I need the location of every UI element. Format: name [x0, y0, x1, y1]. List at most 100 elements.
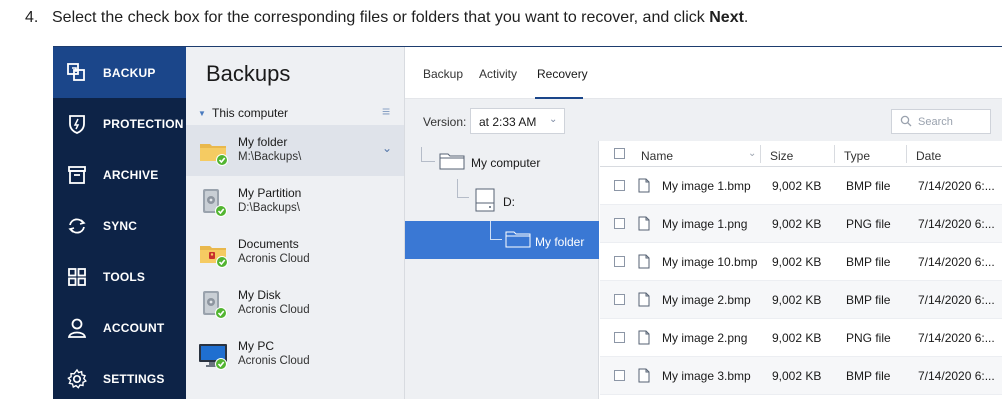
table-row[interactable]: My image 3.bmp 9,002 KB BMP file 7/14/20… [600, 357, 1002, 395]
table-row[interactable]: My image 2.bmp 9,002 KB BMP file 7/14/20… [600, 281, 1002, 319]
nav-item-sync[interactable]: SYNC [53, 200, 186, 251]
column-divider [834, 145, 835, 163]
nav-item-protection[interactable]: PROTECTION [53, 98, 186, 149]
nav-item-tools[interactable]: TOOLS [53, 251, 186, 302]
account-icon [67, 318, 87, 338]
search-placeholder: Search [918, 116, 953, 128]
file-type: PNG file [846, 217, 891, 231]
tree-node-drive-d[interactable]: D: [473, 183, 583, 213]
column-header-size[interactable]: Size [770, 149, 793, 163]
column-divider [760, 145, 761, 163]
nav-item-backup[interactable]: BACKUP [53, 47, 186, 98]
row-checkbox[interactable] [614, 218, 625, 229]
tree-node-my-computer[interactable]: My computer [439, 146, 589, 176]
backup-name: My folder [238, 135, 288, 149]
file-icon [638, 178, 650, 193]
folder-icon [200, 246, 228, 268]
group-label: This computer [212, 106, 289, 120]
tree-line [421, 147, 422, 161]
main-panel: Backup Activity Recovery Version: at 2:3… [405, 47, 1002, 399]
column-header-name[interactable]: Name [641, 149, 673, 163]
backup-item-my-partition[interactable]: My Partition D:\Backups\ [186, 176, 404, 227]
row-checkbox[interactable] [614, 370, 625, 381]
column-header-type[interactable]: Type [844, 149, 870, 163]
file-type: BMP file [846, 293, 891, 307]
tab-backup[interactable]: Backup [423, 67, 463, 81]
backup-item-my-pc[interactable]: My PC Acronis Cloud [186, 329, 404, 380]
nav-item-archive[interactable]: ARCHIVE [53, 149, 186, 200]
step-text-end: . [743, 9, 749, 26]
table-row[interactable]: My image 10.bmp 9,002 KB BMP file 7/14/2… [600, 243, 1002, 281]
sidebar-nav: BACKUP PROTECTION ARCHIVE SYNC TOOLS ACC… [53, 47, 186, 399]
tree-node-my-folder[interactable]: My folder [405, 221, 599, 259]
tab-recovery[interactable]: Recovery [537, 67, 588, 81]
backup-location: M:\Backups\ [238, 151, 302, 163]
backup-item-my-folder[interactable]: My folder M:\Backups\ ⌄ [186, 125, 404, 176]
tools-grid-icon [68, 268, 86, 286]
row-checkbox[interactable] [614, 180, 625, 191]
chevron-down-icon: ⌄ [549, 114, 558, 125]
backup-location: Acronis Cloud [238, 253, 310, 265]
file-type: PNG file [846, 331, 891, 345]
file-name: My image 2.png [662, 331, 748, 345]
tree-node-label: My folder [535, 235, 585, 249]
table-row[interactable]: My image 1.png 9,002 KB PNG file 7/14/20… [600, 205, 1002, 243]
search-input[interactable]: Search [891, 109, 991, 134]
select-all-checkbox[interactable] [614, 148, 625, 159]
pc-icon [199, 344, 227, 370]
file-date: 7/14/2020 6:... [918, 255, 995, 269]
file-icon [638, 216, 650, 231]
backups-panel: Backups ▼ This computer ≡ My folder M:\B… [186, 47, 405, 399]
nav-label-sync: SYNC [103, 219, 138, 233]
row-checkbox[interactable] [614, 256, 625, 267]
backup-item-documents[interactable]: Documents Acronis Cloud [186, 227, 404, 278]
version-toolbar: Version: at 2:33 AM ⌄ Search [405, 99, 1002, 141]
file-type: BMP file [846, 369, 891, 383]
nav-item-settings[interactable]: SETTINGS [53, 353, 186, 399]
row-checkbox[interactable] [614, 332, 625, 343]
backups-title: Backups [206, 61, 291, 86]
file-date: 7/14/2020 6:... [918, 217, 995, 231]
folder-outline-icon [439, 153, 465, 170]
file-size: 9,002 KB [772, 217, 822, 231]
file-icon [638, 330, 650, 345]
tree-line [457, 197, 469, 198]
version-value: at 2:33 AM [479, 115, 537, 129]
file-date: 7/14/2020 6:... [918, 369, 995, 383]
file-icon [638, 292, 650, 307]
table-header: Name ⌄ Size Type Date [600, 141, 1002, 167]
table-row[interactable]: My image 2.png 9,002 KB PNG file 7/14/20… [600, 319, 1002, 357]
chevron-down-icon[interactable]: ⌄ [382, 141, 392, 155]
hamburger-menu-icon[interactable]: ≡ [382, 103, 390, 119]
file-size: 9,002 KB [772, 369, 822, 383]
nav-label-protection: PROTECTION [103, 117, 184, 131]
step-text: Select the check box for the correspondi… [52, 9, 748, 27]
backup-icon [67, 63, 85, 81]
collapse-triangle-icon: ▼ [198, 109, 206, 118]
table-row[interactable]: My image 1.bmp 9,002 KB BMP file 7/14/20… [600, 167, 1002, 205]
file-name: My image 1.png [662, 217, 748, 231]
row-checkbox[interactable] [614, 294, 625, 305]
group-header[interactable]: ▼ This computer ≡ [186, 103, 404, 125]
nav-label-archive: ARCHIVE [103, 168, 159, 182]
nav-label-account: ACCOUNT [103, 321, 165, 335]
sync-icon [68, 218, 86, 234]
file-icon [638, 254, 650, 269]
file-type: BMP file [846, 255, 891, 269]
version-label: Version: [423, 115, 467, 129]
file-name: My image 1.bmp [662, 179, 751, 193]
tree-line [421, 161, 435, 162]
tree-node-label: D: [503, 195, 515, 209]
nav-label-backup: BACKUP [103, 66, 156, 80]
column-header-date[interactable]: Date [916, 149, 941, 163]
backup-item-my-disk[interactable]: My Disk Acronis Cloud [186, 278, 404, 329]
step-number: 4. [25, 9, 39, 26]
tree-line [490, 221, 491, 239]
tree-line [490, 239, 502, 240]
column-divider [906, 145, 907, 163]
tab-activity[interactable]: Activity [479, 67, 517, 81]
disk-icon [203, 291, 227, 319]
version-dropdown[interactable]: at 2:33 AM ⌄ [470, 108, 565, 134]
nav-item-account[interactable]: ACCOUNT [53, 302, 186, 353]
file-date: 7/14/2020 6:... [918, 179, 995, 193]
